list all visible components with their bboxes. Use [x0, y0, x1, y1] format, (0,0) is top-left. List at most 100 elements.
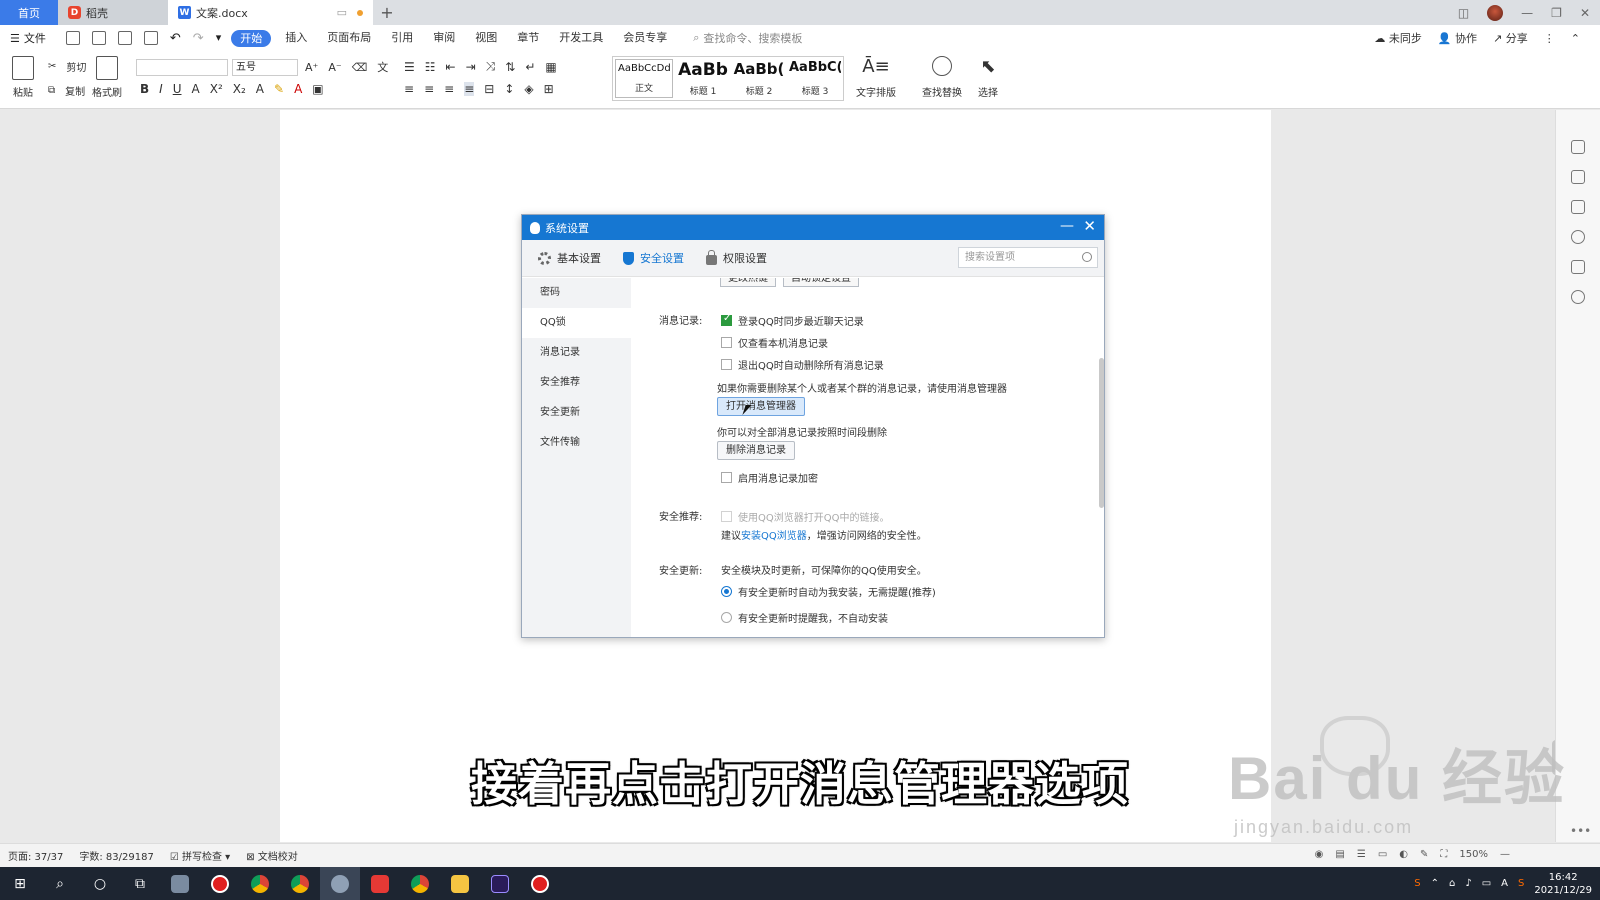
menu-item-devtools[interactable]: 开发工具	[549, 25, 613, 51]
menu-item-home[interactable]: 开始	[231, 29, 272, 47]
cut-button[interactable]: ✂ 剪切	[48, 59, 86, 74]
grow-font-icon[interactable]: A⁺	[305, 61, 318, 74]
sidebar-item-password[interactable]: 密码	[522, 278, 631, 308]
cortana-button[interactable]: ○	[80, 867, 120, 900]
menu-item-layout[interactable]: 页面布局	[317, 25, 381, 51]
search-button[interactable]: ⌕	[40, 867, 80, 900]
page-view-icon[interactable]: ▤	[1335, 849, 1344, 860]
sliders-icon[interactable]	[1571, 200, 1585, 214]
copy-button[interactable]: ⧉ 复制	[48, 83, 85, 98]
taskbar-app-recorder-2[interactable]	[520, 867, 560, 900]
shrink-font-icon[interactable]: A⁻	[328, 61, 341, 74]
zoom-out-icon[interactable]: —	[1500, 849, 1510, 860]
align-center-icon[interactable]: ≡	[424, 82, 434, 96]
subscript-icon[interactable]: X₂	[233, 82, 246, 96]
strikethrough-icon[interactable]: A	[192, 82, 200, 96]
align-right-icon[interactable]: ≡	[444, 82, 454, 96]
italic-icon[interactable]: I	[159, 82, 163, 96]
start-button[interactable]: ⊞	[0, 867, 40, 900]
sort-icon[interactable]: ⇅	[505, 60, 515, 74]
style-normal[interactable]: AaBbCcDd 正文	[615, 59, 673, 98]
phonetic-icon[interactable]: 文	[377, 59, 388, 75]
tab-document[interactable]: W 文案.docx ▭	[168, 0, 373, 25]
sogou-icon[interactable]: S	[1414, 878, 1420, 889]
redo-icon[interactable]: ↷	[193, 31, 204, 46]
line-spacing-icon[interactable]: ↕	[504, 82, 514, 96]
network-icon[interactable]: ⌂	[1449, 878, 1455, 889]
table-tools-icon[interactable]: ▦	[545, 60, 556, 74]
menu-item-view[interactable]: 视图	[465, 25, 507, 51]
style-heading-1[interactable]: AaBb 标题 1	[675, 57, 731, 100]
dialog-minimize-icon[interactable]: —	[1060, 218, 1074, 234]
sidebar-item-safe-recommend[interactable]: 安全推荐	[522, 368, 631, 398]
preview-icon[interactable]	[143, 30, 158, 45]
sidebar-item-message-record[interactable]: 消息记录	[522, 338, 631, 368]
change-hotkey-button[interactable]: 更改热键	[720, 278, 776, 287]
save-icon[interactable]	[65, 30, 80, 45]
font-size-select[interactable]: 五号	[232, 59, 298, 76]
user-avatar[interactable]	[1487, 4, 1504, 21]
auto-lock-settings-button[interactable]: 自动锁定设置	[783, 278, 859, 287]
word-count[interactable]: 字数: 83/29187	[79, 848, 153, 863]
image-tool-icon[interactable]	[1571, 260, 1585, 274]
menu-item-chapter[interactable]: 章节	[507, 25, 549, 51]
style-heading-2[interactable]: AaBb( 标题 2	[731, 57, 787, 100]
sync-recent-chat-checkbox[interactable]: 登录QQ时同步最近聊天记录	[721, 313, 864, 328]
taskbar-app-1[interactable]	[160, 867, 200, 900]
eye-protect-icon[interactable]: ◉	[1315, 849, 1324, 860]
find-replace-button[interactable]: 查找替换	[922, 56, 962, 99]
menu-item-insert[interactable]: 插入	[275, 25, 317, 51]
fit-icon[interactable]: ⛶	[1440, 849, 1447, 860]
edit-icon[interactable]: ✎	[1420, 849, 1428, 860]
restore-icon[interactable]: ❐	[1551, 6, 1562, 20]
show-marks-icon[interactable]: ↵	[525, 60, 535, 74]
local-records-only-checkbox[interactable]: 仅查看本机消息记录	[721, 335, 828, 350]
menu-item-review[interactable]: 审阅	[423, 25, 465, 51]
tab-home[interactable]: 首页	[0, 0, 58, 25]
undo-icon[interactable]: ↶	[170, 31, 181, 46]
outline-view-icon[interactable]: ☰	[1357, 849, 1366, 860]
taskbar-app-chrome-1[interactable]	[240, 867, 280, 900]
indent-icon[interactable]: ⇥	[466, 60, 476, 74]
taskbar-app-qq[interactable]	[320, 867, 360, 900]
superscript-icon[interactable]: X²	[210, 82, 223, 96]
sidebar-item-safe-update[interactable]: 安全更新	[522, 398, 631, 428]
border-icon[interactable]: ⊞	[544, 82, 554, 96]
underline-icon[interactable]: U	[173, 82, 182, 96]
sync-button[interactable]: ☁ 未同步	[1374, 30, 1422, 46]
screen-icon[interactable]: ▭	[337, 6, 347, 19]
tab-docer[interactable]: D 稻壳	[58, 0, 168, 25]
close-icon[interactable]: ✕	[1580, 6, 1590, 20]
sidebar-item-file-transfer[interactable]: 文件传输	[522, 428, 631, 458]
justify-icon[interactable]: ≡	[464, 82, 475, 96]
tab-security-settings[interactable]: 安全设置	[623, 250, 684, 266]
taskbar-app-chrome-2[interactable]	[280, 867, 320, 900]
more-icon[interactable]: ⋮	[1544, 32, 1555, 45]
font-family-select[interactable]	[136, 59, 228, 76]
help-icon[interactable]	[1571, 230, 1585, 244]
auto-install-updates-radio[interactable]: 有安全更新时自动为我安装，无需提醒(推荐)	[721, 584, 936, 599]
cursor-tool-icon[interactable]	[1571, 170, 1585, 184]
doc-proof-button[interactable]: ⊠ 文档校对	[246, 848, 298, 863]
read-mode-icon[interactable]: ◐	[1399, 849, 1408, 860]
web-view-icon[interactable]: ▭	[1378, 849, 1387, 860]
minimize-icon[interactable]: —	[1521, 6, 1533, 20]
font-color-icon[interactable]: A	[294, 82, 302, 96]
delete-message-records-button[interactable]: 删除消息记录	[717, 441, 795, 460]
char-border-icon[interactable]: ▣	[312, 82, 323, 96]
menu-item-reference[interactable]: 引用	[381, 25, 423, 51]
new-tab-button[interactable]: +	[373, 0, 401, 25]
format-painter-button[interactable]: 格式刷	[92, 56, 122, 99]
collab-button[interactable]: 👤 协作	[1438, 30, 1477, 46]
dialog-close-icon[interactable]: ✕	[1083, 217, 1096, 235]
export-icon[interactable]	[91, 30, 106, 45]
sogou-ime-icon[interactable]: S	[1518, 878, 1524, 889]
task-view-button[interactable]: ⧉	[120, 867, 160, 900]
clear-format-icon[interactable]: ⌫	[352, 61, 368, 74]
menu-file[interactable]: ☰ 文件	[10, 30, 46, 46]
taskbar-app-premiere[interactable]	[480, 867, 520, 900]
customize-dropdown-icon[interactable]: ▾	[216, 31, 222, 46]
outdent-icon[interactable]: ⇤	[446, 60, 456, 74]
zoom-level[interactable]: 150%	[1459, 849, 1488, 860]
auto-delete-records-checkbox[interactable]: 退出QQ时自动删除所有消息记录	[721, 357, 884, 372]
